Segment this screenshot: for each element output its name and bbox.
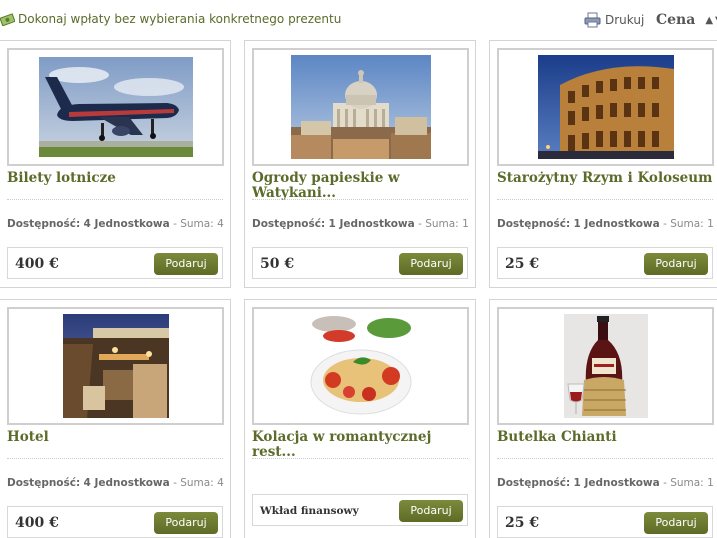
gift-title[interactable]: Ogrody papieskie w Watykani... [252, 171, 468, 201]
sum-value: 1 [707, 477, 714, 489]
give-button[interactable]: Podaruj [399, 253, 463, 275]
availability-label: Dostępność: [497, 218, 571, 230]
gift-image-vatican[interactable] [252, 48, 469, 166]
gift-image-airplane[interactable] [7, 48, 224, 166]
donate-without-gift-link[interactable]: Dokonaj wpłaty bez wybierania konkretneg… [0, 12, 341, 26]
give-button[interactable]: Podaruj [154, 512, 218, 534]
divider [497, 458, 713, 459]
gift-title[interactable]: Starożytny Rzym i Koloseum [497, 171, 713, 201]
gift-title[interactable]: Hotel [7, 430, 223, 460]
divider [497, 199, 713, 200]
donate-link-label: Dokonaj wpłaty bez wybierania konkretneg… [18, 12, 342, 26]
sum-label: - Suma: [663, 218, 704, 230]
sum-value: 1 [462, 218, 469, 230]
gift-card: Kolacja w romantycznej rest... Wkład fin… [244, 299, 476, 538]
printer-icon [584, 12, 601, 28]
availability-info: Dostępność: 4 Jednostkowa - Suma: 4 [7, 218, 227, 230]
gift-price: 50 € [260, 256, 295, 272]
gift-image-wine[interactable] [497, 307, 714, 425]
print-link[interactable]: Drukuj [584, 12, 644, 28]
give-button[interactable]: Podaruj [154, 253, 218, 275]
availability-value: 4 Jednostkowa [83, 477, 170, 489]
availability-label: Dostępność: [497, 477, 571, 489]
sort-arrow-icon[interactable]: ▲ [705, 15, 713, 26]
contribution-box: Wkład finansowy Podaruj [252, 494, 468, 526]
gift-title[interactable]: Kolacja w romantycznej rest... [252, 430, 468, 460]
gift-price: 400 € [15, 256, 59, 272]
gift-title[interactable]: Butelka Chianti [497, 430, 713, 460]
gift-card: Butelka Chianti Dostępność: 1 Jednostkow… [489, 299, 717, 538]
availability-value: 4 Jednostkowa [83, 218, 170, 230]
availability-value: 1 Jednostkowa [328, 218, 415, 230]
gift-image-pasta[interactable] [252, 307, 469, 425]
price-box: 400 € Podaruj [7, 506, 223, 538]
sum-value: 1 [707, 218, 714, 230]
give-button[interactable]: Podaruj [644, 253, 708, 275]
availability-info: Dostępność: 1 Jednostkowa - Suma: 1 [497, 477, 717, 489]
gift-price: 25 € [505, 515, 540, 531]
sort-label: Cena [656, 12, 696, 28]
gift-price: 400 € [15, 515, 59, 531]
availability-value: 1 Jednostkowa [573, 477, 660, 489]
contribution-label: Wkład finansowy [260, 505, 359, 517]
money-icon [0, 12, 16, 26]
toolbar: Dokonaj wpłaty bez wybierania konkretneg… [0, 0, 717, 40]
sum-label: - Suma: [663, 477, 704, 489]
availability-label: Dostępność: [7, 218, 81, 230]
sum-label: - Suma: [173, 477, 214, 489]
price-box: 25 € Podaruj [497, 506, 713, 538]
availability-info: Dostępność: 1 Jednostkowa - Suma: 1 [497, 218, 717, 230]
sum-label: - Suma: [173, 218, 214, 230]
sum-value: 4 [217, 218, 224, 230]
sort-by-price[interactable]: Cena ▲ ▼ [656, 12, 717, 28]
gift-card: Hotel Dostępność: 4 Jednostkowa - Suma: … [0, 299, 231, 538]
availability-label: Dostępność: [7, 477, 81, 489]
give-button[interactable]: Podaruj [644, 512, 708, 534]
print-label: Drukuj [605, 13, 645, 27]
gift-title[interactable]: Bilety lotnicze [7, 171, 223, 201]
availability-label: Dostępność: [252, 218, 326, 230]
gift-image-hotel[interactable] [7, 307, 224, 425]
availability-info: Dostępność: 1 Jednostkowa - Suma: 1 [252, 218, 472, 230]
divider [7, 199, 223, 200]
gift-price: 25 € [505, 256, 540, 272]
availability-info: Dostępność: 4 Jednostkowa - Suma: 4 [7, 477, 227, 489]
gift-card: Ogrody papieskie w Watykani... Dostępnoś… [244, 40, 476, 288]
sum-value: 4 [217, 477, 224, 489]
sum-label: - Suma: [418, 218, 459, 230]
divider [252, 458, 468, 459]
price-box: 50 € Podaruj [252, 247, 468, 279]
gift-image-colosseum[interactable] [497, 48, 714, 166]
gift-card: Starożytny Rzym i Koloseum Dostępność: 1… [489, 40, 717, 288]
divider [252, 199, 468, 200]
gift-card: Bilety lotnicze Dostępność: 4 Jednostkow… [0, 40, 231, 288]
price-box: 25 € Podaruj [497, 247, 713, 279]
price-box: 400 € Podaruj [7, 247, 223, 279]
availability-value: 1 Jednostkowa [573, 218, 660, 230]
give-button[interactable]: Podaruj [399, 500, 463, 522]
divider [7, 458, 223, 459]
